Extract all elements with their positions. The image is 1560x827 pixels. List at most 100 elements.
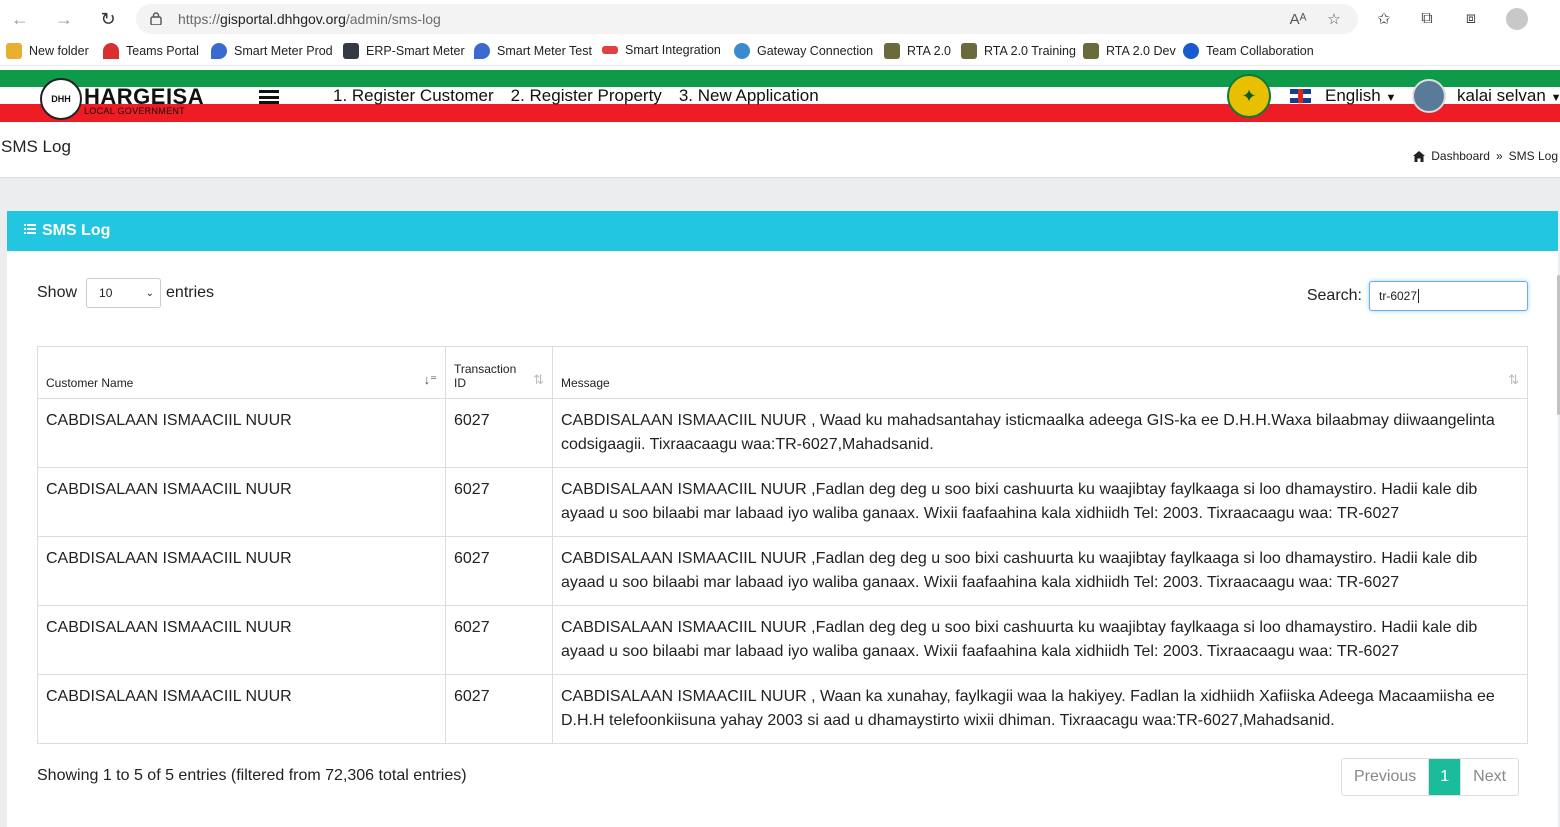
cell-customer-name: CABDISALAAN ISMAACIIL NUUR [37,467,446,537]
language-dropdown[interactable]: English ▼ [1325,86,1396,106]
card-header: SMS Log [7,211,1558,251]
next-page-button[interactable]: Next [1461,759,1518,795]
rta-icon [884,43,900,59]
table-info: Showing 1 to 5 of 5 entries (filtered fr… [37,767,467,784]
cell-customer-name: CABDISALAAN ISMAACIIL NUUR [37,536,446,606]
sort-icon: ⇅ [533,372,544,387]
user-menu[interactable]: kalai selvan ▼ [1457,86,1560,106]
home-icon [1413,150,1426,162]
previous-page-button[interactable]: Previous [1342,759,1430,795]
page-title-bar: SMS Log Dashboard » SMS Log [0,122,1560,178]
column-message[interactable]: Message ⇅ [552,346,1528,399]
app-header: DHH HARGEISA LOCAL GOVERNMENT 1. Registe… [0,70,1560,122]
cell-message: CABDISALAAN ISMAACIIL NUUR ,Fadlan deg d… [552,605,1528,675]
column-customer-name[interactable]: Customer Name ↓⁼ [37,346,446,399]
bookmark-rta-dev[interactable]: RTA 2.0 Dev [1083,43,1176,59]
bookmark-smart-meter-prod[interactable]: Smart Meter Prod [211,43,333,59]
column-transaction-id[interactable]: Transaction ID ⇅ [445,346,553,399]
table-row: CABDISALAAN ISMAACIIL NUUR 6027 CABDISAL… [37,398,1528,468]
nav-new-application[interactable]: 3. New Application [679,86,819,106]
caret-down-icon: ▼ [1550,92,1560,104]
cell-message: CABDISALAAN ISMAACIIL NUUR , Waad ku mah… [552,398,1528,468]
sort-ascending-icon: ↓⁼ [423,372,437,387]
cell-message: CABDISALAAN ISMAACIIL NUUR ,Fadlan deg d… [552,536,1528,606]
pagination: Previous 1 Next [1341,758,1520,796]
bookmark-smart-integration[interactable]: Smart Integration [602,43,721,57]
folder-icon [6,43,22,59]
cell-customer-name: CABDISALAAN ISMAACIIL NUUR [37,605,446,675]
cell-customer-name: CABDISALAAN ISMAACIIL NUUR [37,674,446,744]
sort-icon: ⇅ [1508,372,1519,387]
page-1-button[interactable]: 1 [1429,759,1462,795]
favorite-star-icon[interactable]: ☆ [1324,9,1344,29]
table-row: CABDISALAAN ISMAACIIL NUUR 6027 CABDISAL… [37,674,1528,744]
bookmark-team-collaboration[interactable]: Team Collaboration [1183,43,1314,59]
power-icon [1183,43,1199,59]
search-control: Search: tr-6027 [1307,281,1528,311]
nav-register-customer[interactable]: 1. Register Customer [333,86,494,106]
table-row: CABDISALAAN ISMAACIIL NUUR 6027 CABDISAL… [37,605,1528,675]
hamburger-menu-icon[interactable] [259,90,279,104]
address-bar[interactable]: https://gisportal.dhhgov.org/admin/sms-l… [136,4,1358,34]
cell-transaction-id: 6027 [445,674,553,744]
bookmark-rta-training[interactable]: RTA 2.0 Training [961,43,1076,59]
back-icon[interactable]: ← [8,7,32,31]
entries-label: entries [166,284,215,301]
search-label: Search: [1306,287,1362,304]
breadcrumb: Dashboard » SMS Log [1413,149,1558,163]
lock-icon [150,12,162,25]
cell-transaction-id: 6027 [445,398,553,468]
bookmark-new-folder[interactable]: New folder [6,43,89,59]
droplet-icon [474,43,490,59]
page-title: SMS Log [1,137,71,156]
forward-icon[interactable]: → [52,7,76,31]
cell-message: CABDISALAAN ISMAACIIL NUUR , Waan ka xun… [552,674,1528,744]
sms-log-card: SMS Log Show 10 ⌄ entries Search: tr-6027… [7,211,1558,827]
rta-icon [1083,43,1099,59]
sms-log-table: Customer Name ↓⁼ Transaction ID ⇅ Message ⇅… [37,346,1528,744]
logo[interactable]: DHH [40,78,82,120]
bookmark-smart-meter-test[interactable]: Smart Meter Test [474,43,592,59]
uk-flag-icon [1290,89,1311,103]
teams-portal-icon [103,43,119,59]
government-seal-icon: ✦ [1227,74,1271,118]
table-row: CABDISALAAN ISMAACIIL NUUR 6027 CABDISAL… [37,536,1528,606]
chevron-down-icon: ⌄ [145,287,155,299]
table-row: CABDISALAAN ISMAACIIL NUUR 6027 CABDISAL… [37,467,1528,537]
logo-subtitle: LOCAL GOVERNMENT [84,106,185,116]
read-aloud-icon[interactable]: Aᴬ [1288,9,1308,29]
bookmark-erp-smart-meter[interactable]: ERP-Smart Meter [343,43,465,59]
breadcrumb-current: SMS Log [1508,149,1558,163]
droplet-icon [211,43,227,59]
cell-message: CABDISALAAN ISMAACIIL NUUR ,Fadlan deg d… [552,467,1528,537]
user-avatar[interactable] [1412,79,1446,113]
show-label: Show [37,284,78,301]
caret-down-icon: ▼ [1385,92,1397,104]
bookmark-rta-2[interactable]: RTA 2.0 [884,43,951,59]
cell-transaction-id: 6027 [445,467,553,537]
bookmark-teams-portal[interactable]: Teams Portal [103,43,199,59]
browser-toolbar: ← → ↻ https://gisportal.dhhgov.org/admin… [0,0,1560,38]
profile-avatar[interactable] [1506,8,1528,30]
top-nav: 1. Register Customer 2. Register Propert… [333,86,819,106]
length-control: Show 10 ⌄ entries [37,278,214,308]
breadcrumb-separator: » [1495,149,1503,163]
list-icon [24,224,36,234]
rta-icon [961,43,977,59]
integration-icon [602,46,618,54]
reload-icon[interactable]: ↻ [96,7,120,31]
bookmark-gateway-connection[interactable]: Gateway Connection [734,43,873,59]
collections-icon[interactable]: ⧉ [1416,8,1438,30]
extensions-icon[interactable]: ⧈ [1460,8,1482,30]
breadcrumb-dashboard[interactable]: Dashboard [1431,149,1490,163]
cell-customer-name: CABDISALAAN ISMAACIIL NUUR [37,398,446,468]
erp-icon [343,43,359,59]
url-text: https://gisportal.dhhgov.org/admin/sms-l… [178,11,441,27]
card-title: SMS Log [42,222,111,239]
bookmarks-bar: New folder Teams Portal Smart Meter Prod… [0,38,1560,66]
entries-per-page-select[interactable]: 10 ⌄ [86,278,162,308]
nav-register-property[interactable]: 2. Register Property [511,86,662,106]
favorites-icon[interactable]: ✩ [1373,8,1395,30]
cell-transaction-id: 6027 [445,605,553,675]
search-input[interactable]: tr-6027 [1369,281,1528,311]
